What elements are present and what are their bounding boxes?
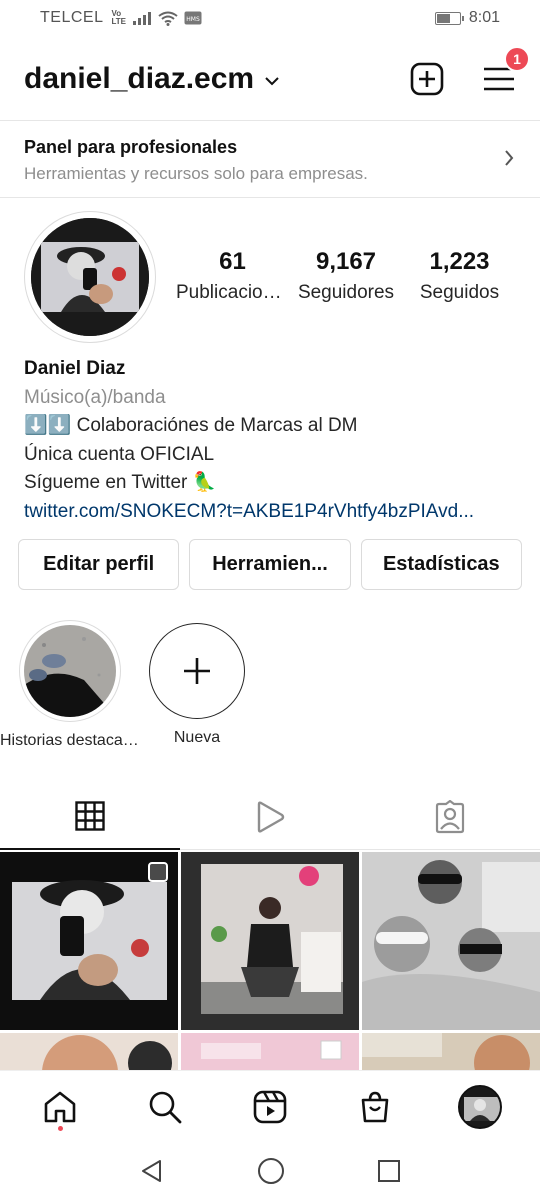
- shop-icon: [361, 1091, 389, 1122]
- nav-home[interactable]: [30, 1077, 90, 1137]
- grid-post[interactable]: [362, 1033, 540, 1070]
- profile-avatar-small: [457, 1084, 502, 1129]
- home-icon: [45, 1091, 76, 1122]
- nav-reels[interactable]: [240, 1077, 300, 1137]
- tools-button[interactable]: Herramien...: [189, 539, 351, 590]
- profile-avatar: [31, 218, 149, 336]
- grid-post[interactable]: [181, 1033, 359, 1070]
- post-grid: [0, 852, 540, 1070]
- plus-square-icon: [410, 62, 444, 96]
- grid-post[interactable]: [362, 852, 540, 1030]
- nav-home-dot: [57, 1125, 63, 1131]
- battery-icon: [434, 11, 464, 25]
- story-highlights: Historias destacadas Nueva: [0, 620, 540, 760]
- profile-avatar-ring[interactable]: [24, 211, 156, 343]
- username[interactable]: daniel_diaz.ecm: [24, 62, 254, 96]
- pro-panel-subtitle: Herramientas y recursos solo para empres…: [24, 164, 368, 183]
- followers-label: Seguidores: [297, 282, 395, 303]
- followers-count: 9,167: [315, 248, 377, 275]
- bio-line: Única cuenta OFICIAL: [24, 443, 215, 465]
- highlight-item[interactable]: Historias destacadas: [0, 620, 140, 750]
- posts-stat[interactable]: 61 Publicaciones: [176, 248, 289, 304]
- tab-grid[interactable]: [0, 784, 180, 850]
- profile-header: daniel_diaz.ecm 1: [0, 46, 540, 108]
- menu-button[interactable]: 1: [482, 46, 530, 96]
- hms-icon: HMS: [184, 11, 202, 25]
- profile-actions: Editar perfil Herramien... Estadísticas: [18, 539, 522, 590]
- profile-category: Músico(a)/banda: [24, 386, 166, 408]
- pro-dashboard-panel[interactable]: Panel para profesionales Herramientas y …: [0, 120, 540, 198]
- profile-stats: 61 Publicaciones 9,167 Seguidores 1,223 …: [176, 248, 516, 304]
- svg-text:HMS: HMS: [186, 16, 200, 23]
- chevron-down-icon[interactable]: [264, 76, 280, 86]
- insights-button[interactable]: Estadísticas: [360, 539, 522, 590]
- following-label: Seguidos: [419, 282, 500, 303]
- signal-icon: [132, 12, 151, 25]
- home-circle-icon[interactable]: [257, 1157, 285, 1185]
- nav-search[interactable]: [135, 1077, 195, 1137]
- status-right: 8:01: [434, 9, 500, 27]
- grid-icon: [75, 801, 105, 831]
- tagged-icon: [435, 799, 465, 833]
- highlight-cover: [24, 625, 116, 717]
- grid-post[interactable]: [0, 1033, 178, 1070]
- display-name: Daniel Diaz: [24, 358, 126, 379]
- grid-post[interactable]: [181, 852, 359, 1030]
- followers-stat[interactable]: 9,167 Seguidores: [290, 248, 403, 304]
- new-highlight-circle: [149, 623, 245, 719]
- following-count: 1,223: [429, 248, 490, 275]
- highlight-label: Historias destacadas: [0, 732, 140, 749]
- posts-count: 61: [219, 248, 246, 275]
- status-icons: Vo LTE HMS: [111, 10, 202, 26]
- highlight-label: Nueva: [173, 729, 221, 746]
- reels-icon: [253, 1090, 287, 1123]
- bio-line: ⬇️⬇️ Colaboraciónes de Marcas al DM: [24, 415, 358, 436]
- highlight-ring: [19, 620, 121, 722]
- wifi-icon: [158, 11, 178, 26]
- grid-post[interactable]: [0, 852, 178, 1030]
- bottom-navigation: [0, 1070, 540, 1142]
- tab-reels[interactable]: [180, 784, 360, 850]
- bio-link[interactable]: twitter.com/SNOKECM?t=AKBE1P4rVhtfy4bzPI…: [24, 498, 524, 527]
- bio-line: Sígueme en Twitter 🦜: [24, 472, 217, 493]
- following-stat[interactable]: 1,223 Seguidos: [403, 248, 516, 304]
- nav-profile[interactable]: [450, 1077, 510, 1137]
- nav-shop[interactable]: [345, 1077, 405, 1137]
- tab-tagged[interactable]: [360, 784, 540, 850]
- new-highlight[interactable]: Nueva: [127, 620, 267, 747]
- posts-label: Publicaciones: [176, 282, 289, 303]
- profile-bio: Daniel Diaz Músico(a)/banda ⬇️⬇️ Colabor…: [24, 355, 524, 526]
- system-navigation: [0, 1142, 540, 1200]
- edit-profile-button[interactable]: Editar perfil: [18, 539, 180, 590]
- play-icon: [257, 800, 285, 833]
- search-icon: [149, 1091, 182, 1123]
- carrier-name: TELCEL: [40, 9, 104, 26]
- chevron-right-icon: [505, 150, 514, 166]
- carousel-icon: [148, 862, 168, 882]
- content-tabs: [0, 784, 540, 850]
- clock: 8:01: [468, 9, 500, 26]
- recents-icon[interactable]: [377, 1159, 401, 1183]
- pro-panel-title: Panel para profesionales: [24, 137, 238, 157]
- notification-badge: 1: [504, 46, 530, 72]
- status-bar: TELCEL Vo LTE HMS 8:01: [0, 0, 540, 36]
- plus-icon: [184, 658, 210, 684]
- create-button[interactable]: [410, 62, 444, 96]
- volte-icon: Vo LTE: [111, 9, 126, 26]
- back-icon[interactable]: [139, 1158, 165, 1184]
